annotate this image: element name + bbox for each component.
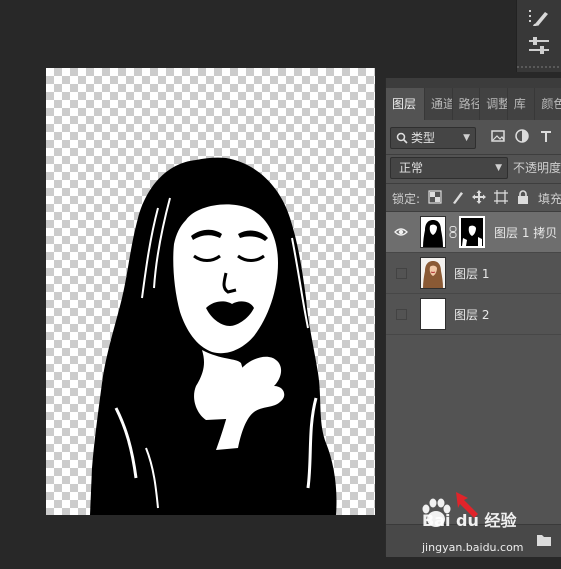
panel-tabs: 图层 通道 路径 调整 库 颜色	[386, 88, 561, 120]
filter-pixel-layer-icon[interactable]	[490, 128, 506, 144]
tab-layers[interactable]: 图层	[386, 88, 425, 120]
layers-panel: 图层 通道 路径 调整 库 颜色 类型 ▼ 正常 ▼ 不透明度 锁定:	[385, 78, 561, 557]
strip-grip[interactable]	[517, 66, 561, 68]
lock-transparent-pixels-icon[interactable]	[428, 190, 442, 204]
tab-libraries[interactable]: 库	[508, 88, 536, 120]
lock-artboard-icon[interactable]	[494, 190, 508, 204]
blend-mode-value: 正常	[399, 161, 424, 175]
adjustments-sliders-icon[interactable]	[527, 34, 551, 58]
layer-row-layer2[interactable]: 图层 2	[386, 294, 561, 335]
visibility-toggle[interactable]	[396, 309, 407, 320]
lock-all-icon[interactable]	[516, 190, 530, 204]
chevron-down-icon: ▼	[495, 163, 502, 173]
layer-thumbnail	[420, 298, 446, 330]
chain-link-icon[interactable]	[449, 226, 457, 238]
layer-filter-select[interactable]: 类型 ▼	[390, 127, 476, 149]
layer-mask-thumbnail[interactable]	[459, 216, 485, 248]
tab-channels[interactable]: 通道	[425, 88, 453, 120]
visibility-toggle[interactable]	[396, 268, 407, 279]
filter-type-label: 类型	[411, 131, 436, 145]
threshold-portrait-image	[90, 157, 337, 515]
search-icon	[396, 132, 408, 144]
chevron-down-icon: ▼	[463, 133, 470, 143]
blend-mode-select[interactable]: 正常 ▼	[390, 157, 508, 179]
opacity-label: 不透明度	[513, 161, 561, 175]
document-canvas[interactable]	[46, 68, 375, 515]
new-group-folder-icon[interactable]	[536, 533, 552, 547]
divider	[386, 154, 561, 155]
layer-name[interactable]: 图层 1 拷贝	[494, 224, 557, 241]
layer-row-layer1[interactable]: 图层 1	[386, 253, 561, 294]
watermark-brand: Bai du 经验	[422, 511, 517, 530]
lock-row: 锁定: 填充	[386, 188, 561, 208]
brush-settings-icon[interactable]	[527, 6, 551, 30]
panel-grip[interactable]	[386, 78, 561, 88]
layer-row-layer1-copy[interactable]: 图层 1 拷贝	[386, 212, 561, 253]
filter-adjustment-layer-icon[interactable]	[514, 128, 530, 144]
lock-image-pixels-icon[interactable]	[450, 190, 464, 204]
eye-icon[interactable]	[394, 225, 408, 239]
fill-label: 填充	[538, 192, 561, 206]
tool-strip	[516, 0, 561, 72]
watermark-url: jingyan.baidu.com	[422, 541, 524, 554]
baidu-watermark: Bai du 经验 jingyan.baidu.com	[418, 493, 538, 554]
layer-thumbnail	[420, 216, 446, 248]
tab-paths[interactable]: 路径	[453, 88, 481, 120]
lock-label: 锁定:	[392, 192, 421, 206]
filter-type-layer-icon[interactable]	[538, 128, 554, 144]
layer-thumbnail	[420, 257, 446, 289]
lock-position-icon[interactable]	[472, 190, 486, 204]
divider	[386, 183, 561, 184]
layer-name[interactable]: 图层 1	[454, 265, 489, 282]
tab-adjustments[interactable]: 调整	[480, 88, 508, 120]
tab-color[interactable]: 颜色	[535, 88, 561, 120]
layer-name[interactable]: 图层 2	[454, 306, 489, 323]
